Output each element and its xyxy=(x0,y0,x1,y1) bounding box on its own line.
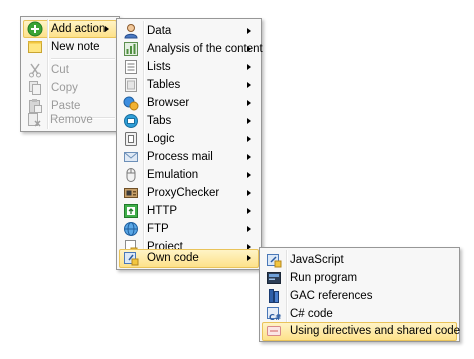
menu-item-label: Tables xyxy=(147,79,181,91)
menu-item-tabs[interactable]: Tabs xyxy=(119,112,259,130)
menu-item-label: Using directives and shared code xyxy=(290,325,461,337)
gac-references-icon xyxy=(269,289,279,303)
proxy-icon xyxy=(124,188,138,198)
using-directives-icon xyxy=(267,326,281,336)
mouse-icon xyxy=(126,168,136,182)
submenu-arrow-icon xyxy=(247,154,251,160)
menu-item-label: C# code xyxy=(290,308,333,320)
menu-item-process-mail[interactable]: Process mail xyxy=(119,148,259,166)
submenu-arrow-icon xyxy=(247,172,251,178)
submenu-arrow-icon xyxy=(247,226,251,232)
menu-item-label: FTP xyxy=(147,223,169,235)
menu-item-label: GAC references xyxy=(290,290,373,302)
remove-icon xyxy=(28,113,41,127)
submenu-arrow-icon xyxy=(247,136,251,142)
menu-item-proxychecker[interactable]: ProxyChecker xyxy=(119,184,259,202)
code-icon xyxy=(124,252,139,266)
menu-item-label: Logic xyxy=(147,133,175,145)
analysis-icon xyxy=(124,42,138,56)
menu-item-label: HTTP xyxy=(147,205,178,217)
menu-item-own-code[interactable]: Own code xyxy=(119,249,259,268)
menu-item-label: Data xyxy=(147,25,172,37)
ftp-globe-icon xyxy=(124,222,138,236)
menu-item-csharp-code[interactable]: C# C# code xyxy=(262,305,457,323)
menu-item-analysis[interactable]: Analysis of the content xyxy=(119,40,263,58)
menu-item-label: Tabs xyxy=(147,115,172,127)
menu-item-label: Browser xyxy=(147,97,190,109)
menu-item-run-program[interactable]: Run program xyxy=(262,269,457,287)
svg-text:C#: C# xyxy=(269,313,282,322)
menu-item-label: JavaScript xyxy=(290,254,344,266)
menu-item-lists[interactable]: Lists xyxy=(119,58,259,76)
run-program-icon xyxy=(267,272,281,284)
submenu-arrow-icon xyxy=(247,255,251,261)
menu-item-label: Run program xyxy=(290,272,358,284)
http-icon xyxy=(124,204,138,218)
submenu-arrow-icon xyxy=(247,64,251,70)
menu-item-label: Analysis of the content xyxy=(147,43,263,55)
menu-item-remove[interactable]: Remove xyxy=(22,111,114,129)
submenu-arrow-icon xyxy=(247,28,251,34)
menu-item-label: Own code xyxy=(147,252,199,264)
submenu-arrow-icon xyxy=(247,46,251,52)
menu-item-gac-references[interactable]: GAC references xyxy=(262,287,457,305)
menu-item-tables[interactable]: Tables xyxy=(119,76,259,94)
menu-item-data[interactable]: Data xyxy=(119,22,259,40)
submenu-arrow-icon xyxy=(247,100,251,106)
menu-item-logic[interactable]: Logic xyxy=(119,130,259,148)
menu-item-label: Lists xyxy=(147,61,171,73)
menu-item-label: Process mail xyxy=(147,151,213,163)
logic-icon xyxy=(125,132,137,146)
menu-item-using-directives[interactable]: Using directives and shared code xyxy=(262,322,461,341)
menu-item-http[interactable]: HTTP xyxy=(119,202,259,220)
submenu-arrow-icon xyxy=(247,118,251,124)
csharp-icon: C# xyxy=(267,307,282,322)
menu-item-label: Emulation xyxy=(147,169,199,181)
menu-item-label: ProxyChecker xyxy=(147,187,220,199)
menu-item-label: Remove xyxy=(50,114,93,126)
list-icon xyxy=(125,60,137,74)
tabs-icon xyxy=(124,114,138,128)
javascript-icon xyxy=(267,254,282,268)
menu-item-ftp[interactable]: FTP xyxy=(119,220,259,238)
own-code-submenu: JavaScript Run program GAC references C#… xyxy=(259,247,460,342)
menu-item-emulation[interactable]: Emulation xyxy=(119,166,259,184)
actions-submenu: Data Analysis of the content Lists Table… xyxy=(116,18,263,270)
table-icon xyxy=(125,78,137,92)
submenu-arrow-icon xyxy=(247,82,251,88)
mail-icon xyxy=(124,152,138,162)
menu-item-javascript[interactable]: JavaScript xyxy=(262,251,457,269)
submenu-arrow-icon xyxy=(247,190,251,196)
browser-icon xyxy=(123,96,139,111)
submenu-arrow-icon xyxy=(247,208,251,214)
menu-item-browser[interactable]: Browser xyxy=(119,94,259,112)
user-data-icon xyxy=(124,24,138,39)
